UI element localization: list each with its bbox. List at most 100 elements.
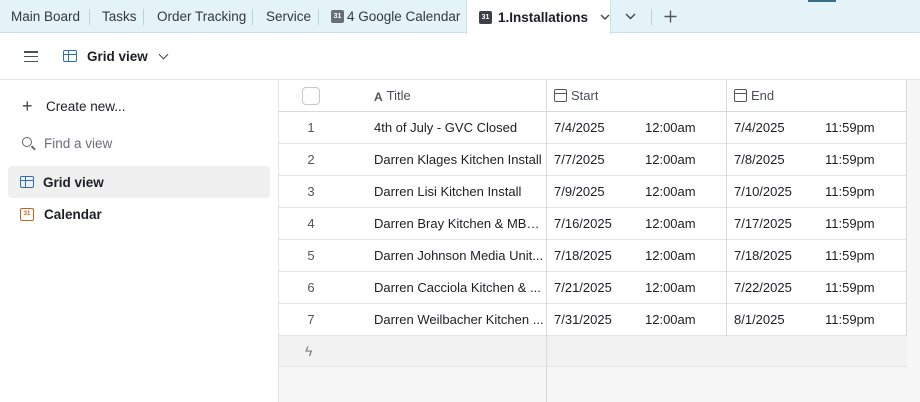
- start-time-cell[interactable]: 12:00am: [645, 208, 696, 240]
- tab-installations[interactable]: 31 1.Installations: [466, 0, 611, 34]
- column-header-label: Start: [571, 88, 599, 103]
- add-tab-plus-icon[interactable]: [664, 10, 677, 23]
- start-time-cell[interactable]: 12:00am: [645, 112, 696, 144]
- row-number: 5: [307, 248, 315, 263]
- title-cell[interactable]: Darren Klages Kitchen Install: [374, 144, 544, 176]
- tab-order-tracking[interactable]: Order Tracking: [144, 0, 253, 33]
- create-new-view-button[interactable]: + Create new...: [8, 90, 270, 122]
- tab-label: 1.Installations: [497, 9, 589, 25]
- title-cell[interactable]: 4th of July - GVC Closed: [374, 112, 544, 144]
- end-time-cell[interactable]: 11:59pm: [825, 176, 875, 208]
- views-sidebar: + Create new... Find a view Grid view 31…: [0, 80, 279, 402]
- tab-service[interactable]: Service: [253, 0, 319, 33]
- chevron-down-icon: [158, 49, 169, 59]
- grid-icon: [20, 176, 34, 188]
- start-date-cell[interactable]: 7/4/2025: [554, 112, 605, 144]
- select-all-checkbox[interactable]: [302, 87, 320, 105]
- end-time-cell[interactable]: 11:59pm: [825, 272, 875, 304]
- title-cell[interactable]: Darren Bray Kitchen & MBa...: [374, 208, 544, 240]
- table-row[interactable]: 3 Darren Lisi Kitchen Install 7/9/2025 12:0…: [279, 176, 907, 208]
- end-time-cell[interactable]: 11:59pm: [825, 208, 875, 240]
- title-cell[interactable]: Darren Lisi Kitchen Install: [374, 176, 544, 208]
- end-date-cell[interactable]: 7/4/2025: [734, 112, 785, 144]
- row-number: 4: [307, 216, 315, 231]
- search-icon: [22, 137, 32, 147]
- table-row[interactable]: 5 Darren Johnson Media Unit... 7/18/2025 12…: [279, 240, 907, 272]
- sidebar-item-label: Calendar: [44, 206, 102, 222]
- start-date-cell[interactable]: 7/18/2025: [554, 240, 612, 272]
- column-divider: [906, 80, 907, 336]
- end-time-cell[interactable]: 11:59pm: [825, 144, 875, 176]
- sidebar-item-label: Grid view: [43, 174, 104, 190]
- column-header-title[interactable]: A Title: [374, 80, 411, 112]
- tab-tasks[interactable]: Tasks: [90, 0, 144, 33]
- tab-google-calendar[interactable]: 31 4 Google Calendar: [319, 0, 466, 33]
- view-switcher-label: Grid view: [87, 48, 148, 64]
- tabs-overflow-chevron-icon[interactable]: [625, 13, 636, 20]
- start-date-cell[interactable]: 7/9/2025: [554, 176, 605, 208]
- date-field-icon: [554, 88, 567, 102]
- start-date-cell[interactable]: 7/31/2025: [554, 304, 612, 336]
- calendar-icon: 31: [20, 207, 34, 221]
- tab-bar-accent: [808, 0, 836, 2]
- column-header-label: Title: [386, 88, 411, 103]
- start-date-cell[interactable]: 7/16/2025: [554, 208, 612, 240]
- row-number: 7: [307, 312, 315, 327]
- end-time-cell[interactable]: 11:59pm: [825, 304, 875, 336]
- table-row[interactable]: 4 Darren Bray Kitchen & MBa... 7/16/2025 12…: [279, 208, 907, 240]
- end-date-cell[interactable]: 7/22/2025: [734, 272, 792, 304]
- start-date-cell[interactable]: 7/7/2025: [554, 144, 605, 176]
- end-date-cell[interactable]: 7/17/2025: [734, 208, 792, 240]
- tab-divider: [651, 9, 652, 25]
- table-row[interactable]: 1 4th of July - GVC Closed 7/4/2025 12:00am…: [279, 112, 907, 144]
- column-divider: [546, 80, 547, 402]
- start-time-cell[interactable]: 12:00am: [645, 272, 696, 304]
- end-date-cell[interactable]: 7/18/2025: [734, 240, 792, 272]
- text-field-icon: A: [374, 89, 383, 104]
- plus-icon: +: [22, 96, 33, 116]
- grid-header-row: A Title Start End: [279, 80, 907, 112]
- title-cell[interactable]: Darren Johnson Media Unit...: [374, 240, 544, 272]
- end-date-cell[interactable]: 7/8/2025: [734, 144, 785, 176]
- column-header-end[interactable]: End: [734, 80, 774, 112]
- start-time-cell[interactable]: 12:00am: [645, 144, 696, 176]
- date-field-icon: [734, 88, 747, 102]
- end-date-cell[interactable]: 8/1/2025: [734, 304, 785, 336]
- end-time-cell[interactable]: 11:59pm: [825, 112, 875, 144]
- lightning-bolt-icon[interactable]: ϟ: [305, 343, 312, 359]
- calendar-icon: 31: [331, 10, 344, 23]
- row-number: 2: [307, 152, 315, 167]
- tab-label: Tasks: [102, 9, 137, 24]
- create-new-label: Create new...: [46, 98, 126, 114]
- row-number: 6: [307, 280, 315, 295]
- start-time-cell[interactable]: 12:00am: [645, 176, 696, 208]
- chevron-down-icon[interactable]: [600, 14, 610, 21]
- find-view-input[interactable]: Find a view: [8, 127, 270, 159]
- column-header-label: End: [751, 88, 775, 103]
- view-switcher-button[interactable]: Grid view: [63, 45, 169, 67]
- start-time-cell[interactable]: 12:00am: [645, 240, 696, 272]
- end-time-cell[interactable]: 11:59pm: [825, 240, 875, 272]
- add-record-row[interactable]: ϟ: [279, 336, 907, 367]
- table-row[interactable]: 2 Darren Klages Kitchen Install 7/7/2025 12…: [279, 144, 907, 176]
- grid-icon: [63, 50, 77, 62]
- start-date-cell[interactable]: 7/21/2025: [554, 272, 612, 304]
- tab-label: Main Board: [11, 9, 81, 24]
- calendar-icon: 31: [479, 10, 492, 24]
- column-header-start[interactable]: Start: [554, 80, 598, 112]
- end-date-cell[interactable]: 7/10/2025: [734, 176, 792, 208]
- table-row[interactable]: 6 Darren Cacciola Kitchen & ... 7/21/2025 1…: [279, 272, 907, 304]
- title-cell[interactable]: Darren Weilbacher Kitchen ...: [374, 304, 544, 336]
- tab-label: Service: [266, 9, 312, 24]
- start-time-cell[interactable]: 12:00am: [645, 304, 696, 336]
- tab-bar: Main Board Tasks Order Tracking Service …: [0, 0, 920, 34]
- find-view-placeholder: Find a view: [44, 135, 113, 151]
- records-grid: A Title Start End 1 4th of July - GVC Clos…: [279, 80, 920, 402]
- table-row[interactable]: 7 Darren Weilbacher Kitchen ... 7/31/2025 1…: [279, 304, 907, 336]
- tab-main-board[interactable]: Main Board: [0, 0, 90, 33]
- sidebar-item-calendar[interactable]: 31 Calendar: [8, 198, 270, 230]
- menu-icon[interactable]: [24, 51, 38, 63]
- tab-label: Order Tracking: [157, 9, 247, 24]
- title-cell[interactable]: Darren Cacciola Kitchen & ...: [374, 272, 544, 304]
- sidebar-item-grid-view[interactable]: Grid view: [8, 166, 270, 198]
